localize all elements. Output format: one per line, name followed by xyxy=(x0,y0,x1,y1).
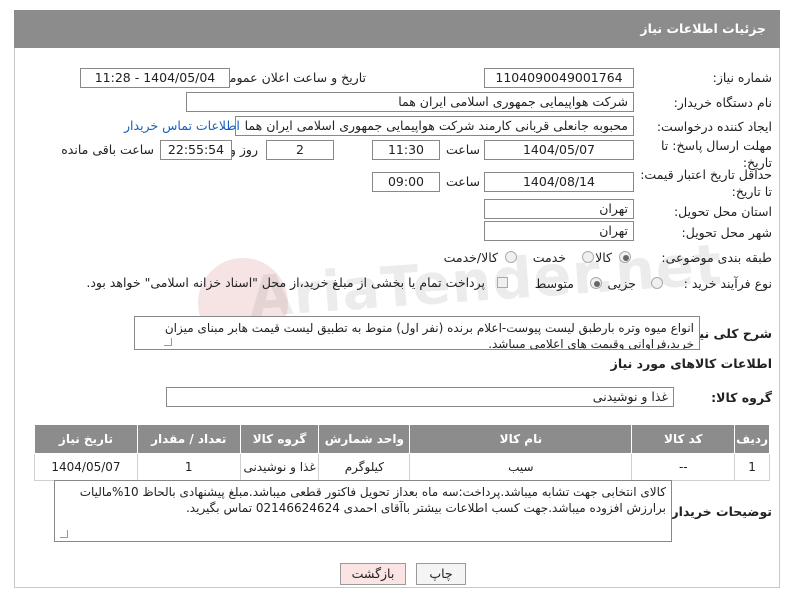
remaining-time-field: 22:55:54 xyxy=(160,140,232,160)
announce-field: 1404/05/04 - 11:28 xyxy=(80,68,230,88)
col-group: گروه کالا xyxy=(239,424,320,454)
resize-handle-icon[interactable] xyxy=(164,338,172,346)
validity-time-label: ساعت xyxy=(445,174,480,189)
requester-field: محبوبه جانعلی قربانی کارمند شرکت هواپیما… xyxy=(235,116,634,136)
cell-date: 1404/05/07 xyxy=(34,453,138,481)
remaining-label: ساعت باقی مانده xyxy=(61,142,154,157)
process-partial-radio[interactable] xyxy=(651,277,663,289)
category-goods-service-radio[interactable] xyxy=(505,251,517,263)
need-number-field: 1104090049001764 xyxy=(484,68,634,88)
category-service-radio[interactable] xyxy=(582,251,594,263)
deadline-time-field: 11:30 xyxy=(372,140,440,160)
buyer-notes-text: کالای انتخابی جهت تشابه میباشد.پرداخت:سه… xyxy=(54,480,672,542)
goods-group-label: گروه کالا: xyxy=(711,390,772,405)
process-medium-label: متوسط xyxy=(534,276,574,291)
resize-handle-icon[interactable] xyxy=(60,530,68,538)
cell-row: 1 xyxy=(734,453,770,481)
process-medium-radio[interactable] xyxy=(590,277,602,289)
cell-quantity: 1 xyxy=(136,453,241,481)
col-code: کد کالا xyxy=(631,424,736,454)
cell-code: -- xyxy=(631,453,736,481)
validity-label: حداقل تاریخ اعتبار قیمت: تا تاریخ: xyxy=(640,167,772,199)
goods-table: ردیف کد کالا نام کالا واحد شمارش گروه کا… xyxy=(34,424,770,481)
col-date: تاریخ نیاز xyxy=(34,424,138,454)
buyer-notes-label: توضیحات خریدار: xyxy=(666,504,772,519)
col-quantity: تعداد / مقدار xyxy=(136,424,241,454)
category-label: طبقه بندی موضوعی: xyxy=(661,250,772,265)
category-goods-label: کالا xyxy=(595,250,612,265)
validity-time-field: 09:00 xyxy=(372,172,440,192)
city-label: شهر محل تحویل: xyxy=(681,225,772,240)
days-count-field: 2 xyxy=(266,140,334,160)
goods-section-title: اطلاعات کالاهای مورد نیاز xyxy=(610,356,772,371)
back-button[interactable]: بازگشت xyxy=(340,563,406,585)
announce-label: تاریخ و ساعت اعلان عمومی: xyxy=(215,70,366,85)
goods-table-header: ردیف کد کالا نام کالا واحد شمارش گروه کا… xyxy=(34,424,770,454)
province-field: تهران xyxy=(484,199,634,219)
category-goods-service-label: کالا/خدمت xyxy=(443,250,498,265)
process-partial-label: جزیی xyxy=(607,276,636,291)
col-row: ردیف xyxy=(734,424,770,454)
deadline-time-label: ساعت xyxy=(445,142,480,157)
buyer-org-field: شرکت هواپیمایی جمهوری اسلامی ایران هما xyxy=(186,92,634,112)
validity-date-field: 1404/08/14 xyxy=(484,172,634,192)
requester-label: ایجاد کننده درخواست: xyxy=(656,119,772,134)
table-row: 1 -- سیب کیلوگرم غذا و نوشیدنی 1 1404/05… xyxy=(34,453,770,481)
buyer-org-label: نام دستگاه خریدار: xyxy=(673,95,772,110)
col-unit: واحد شمارش xyxy=(318,424,411,454)
cell-group: غذا و نوشیدنی xyxy=(239,453,320,481)
page-header: جزئیات اطلاعات نیاز xyxy=(14,10,780,48)
col-name: نام کالا xyxy=(409,424,633,454)
cell-unit: کیلوگرم xyxy=(318,453,411,481)
days-label: روز و xyxy=(229,142,258,157)
cell-name: سیب xyxy=(409,453,633,481)
print-button[interactable]: چاپ xyxy=(416,563,466,585)
deadline-date-field: 1404/05/07 xyxy=(484,140,634,160)
category-service-label: خدمت xyxy=(532,250,566,265)
goods-group-field: غذا و نوشیدنی xyxy=(166,387,674,407)
need-number-label: شماره نیاز: xyxy=(712,70,772,85)
category-goods-radio[interactable] xyxy=(619,251,631,263)
city-field: تهران xyxy=(484,221,634,241)
contact-info-link[interactable]: اطلاعات تماس خریدار xyxy=(124,118,240,133)
province-label: استان محل تحویل: xyxy=(673,204,772,219)
process-label: نوع فرآیند خرید : xyxy=(683,276,772,291)
payment-note: پرداخت تمام یا بخشی از مبلغ خرید،از محل … xyxy=(86,275,485,290)
summary-text: انواع میوه وتره بارطبق لیست پیوست-اعلام … xyxy=(134,316,700,350)
page-title: جزئیات اطلاعات نیاز xyxy=(640,21,766,36)
treasury-payment-checkbox[interactable] xyxy=(497,277,508,288)
